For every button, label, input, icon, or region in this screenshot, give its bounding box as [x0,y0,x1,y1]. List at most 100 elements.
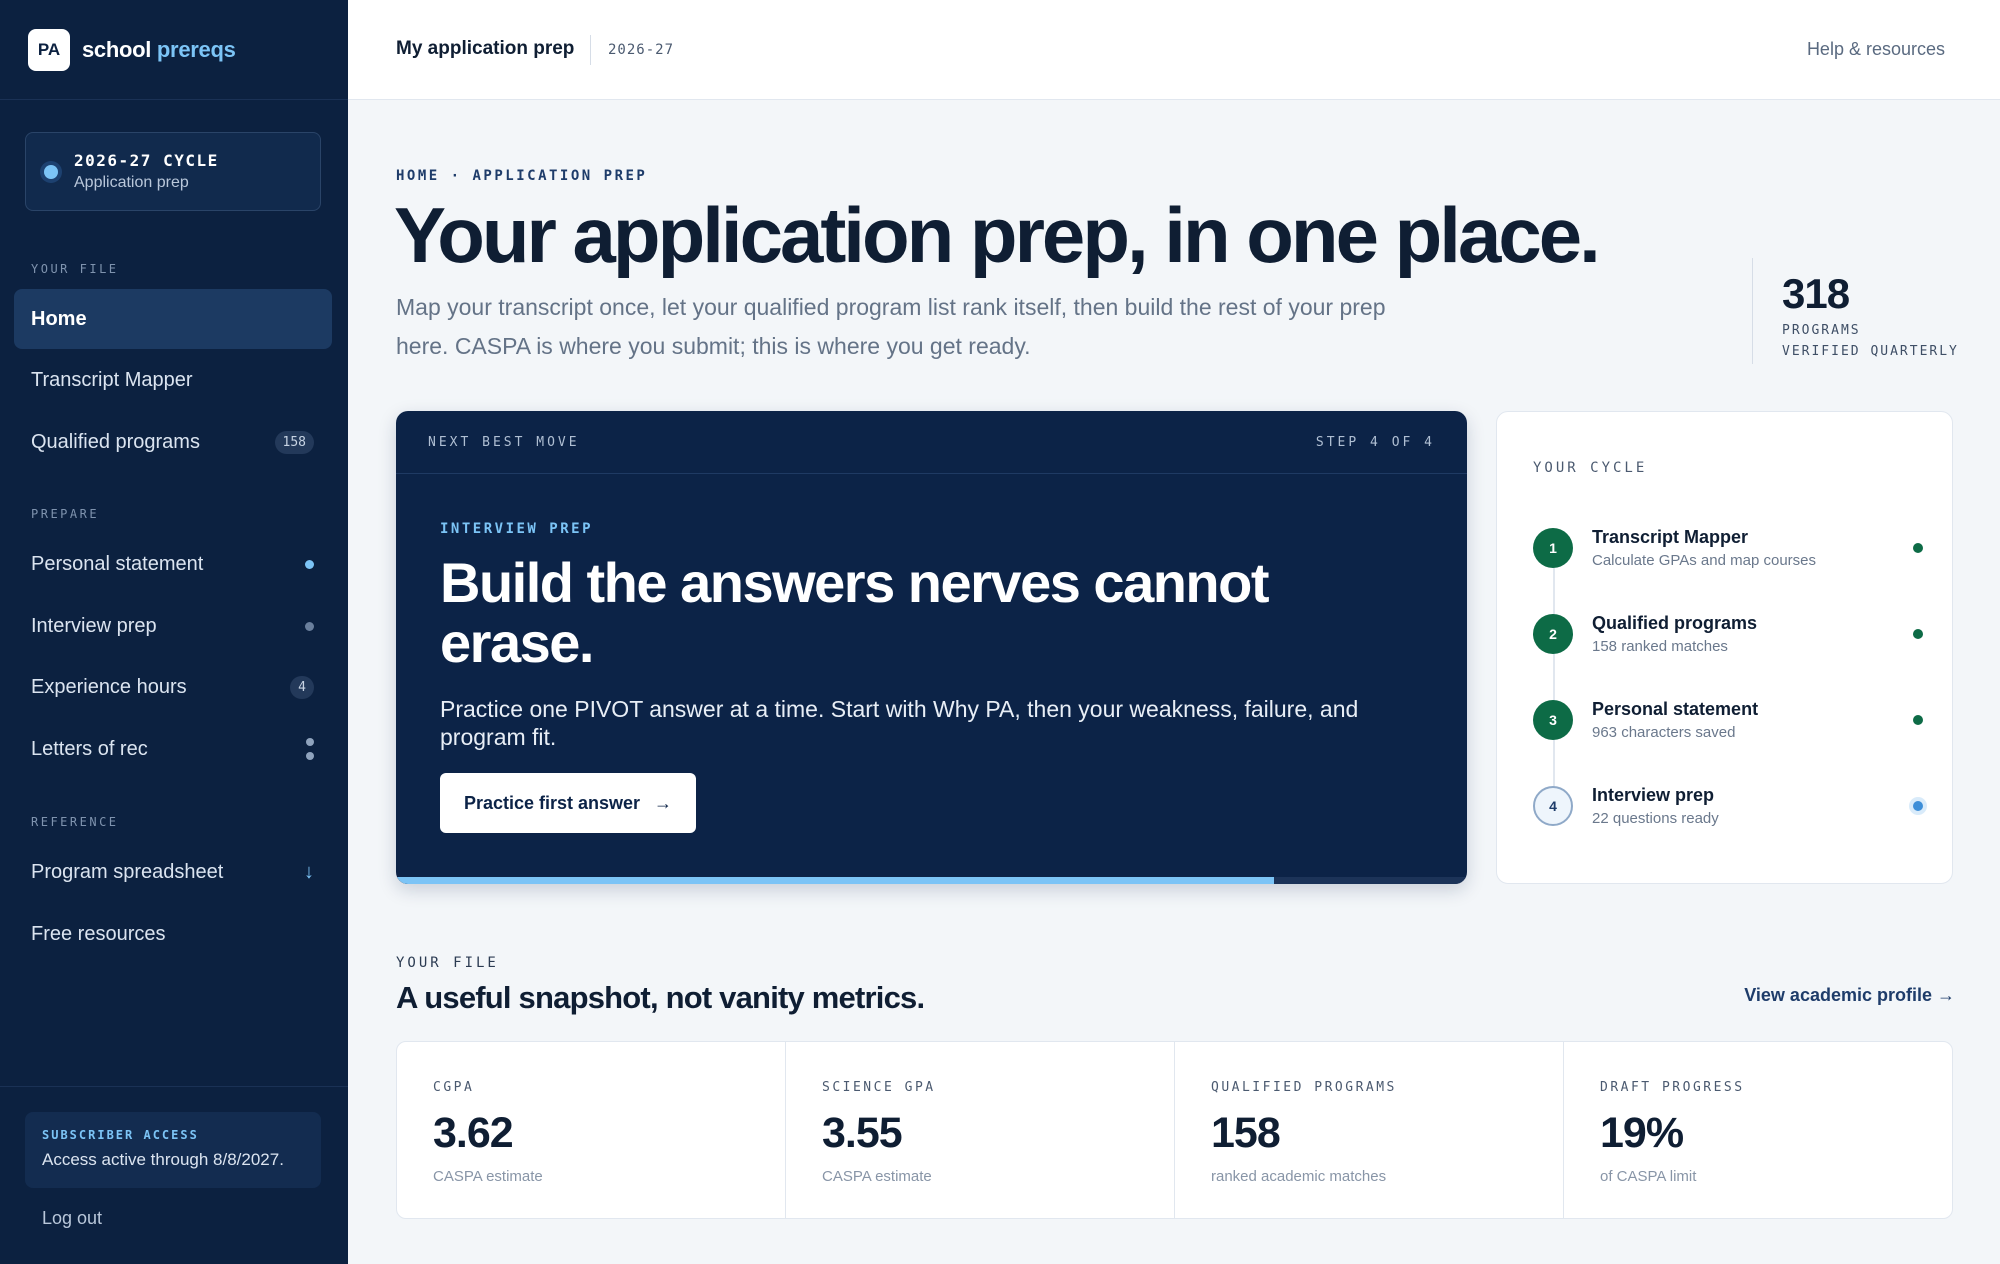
step-indicator: STEP 4 OF 4 [1315,434,1435,450]
cycle-label: 2026-27 [608,42,675,58]
sidebar-item-transcript-mapper[interactable]: Transcript Mapper [14,350,332,410]
step-subtitle: Calculate GPAs and map courses [1592,552,1816,569]
cycle-step-personal-statement[interactable]: 3 Personal statement 963 characters save… [1533,695,1923,745]
step-subtitle: 158 ranked matches [1592,638,1728,655]
metric-note: CASPA estimate [822,1168,932,1185]
view-academic-profile-link[interactable]: View academic profile → [1744,985,1955,1006]
step-subtitle: 22 questions ready [1592,810,1719,827]
next-move-description: Practice one PIVOT answer at a time. Sta… [440,696,1359,750]
sidebar-item-experience-hours[interactable]: Experience hours 4 [14,657,332,717]
sidebar-item-label: Transcript Mapper [31,368,193,391]
sidebar-item-label: Letters of rec [31,737,148,760]
download-arrow-icon: ↓ [304,860,314,883]
cycle-subtitle: Application prep [74,174,189,191]
progress-bar-fill [396,877,1275,884]
brand-name-accent: prereqs [156,36,236,62]
sidebar-item-qualified-programs[interactable]: Qualified programs 158 [14,412,332,472]
metric-draft-progress: DRAFT PROGRESS 19% of CASPA limit [1564,1042,1952,1218]
metric-cgpa: CGPA 3.62 CASPA estimate [397,1042,786,1218]
step-title: Interview prep [1592,785,1715,805]
sidebar-item-label: Program spreadsheet [31,860,224,883]
brand[interactable]: PA school prereqs [0,0,348,100]
step-number: 4 [1533,786,1573,826]
your-file-title: A useful snapshot, not vanity metrics. [396,980,925,1015]
programs-count: 318 [1782,270,1850,317]
brand-logo: PA [28,28,70,71]
progress-bar [396,877,1467,884]
metric-note: of CASPA limit [1600,1168,1697,1185]
divider [1752,258,1753,364]
next-move-kicker: INTERVIEW PREP [440,521,594,537]
current-status-icon [1913,801,1923,811]
topbar: My application prep 2026-27 Help & resou… [348,0,2000,100]
programs-count-label: PROGRAMS VERIFIED QUARTERLY [1782,320,1959,362]
sidebar-item-personal-statement[interactable]: Personal statement [14,534,332,594]
cycle-step-transcript-mapper[interactable]: 1 Transcript Mapper Calculate GPAs and m… [1533,523,1923,573]
button-label: Practice first answer [463,792,641,813]
subscriber-access-card: SUBSCRIBER ACCESS Access active through … [25,1112,321,1188]
count-badge: 4 [290,675,314,699]
access-title: SUBSCRIBER ACCESS [42,1128,199,1142]
metric-label: QUALIFIED PROGRAMS [1211,1080,1397,1095]
metric-value: 19% [1600,1109,1684,1157]
step-connector-line [1553,542,1555,802]
your-file-label: YOUR FILE [396,955,499,971]
divider [590,35,591,65]
metric-science-gpa: SCIENCE GPA 3.55 CASPA estimate [786,1042,1175,1218]
step-title: Transcript Mapper [1592,527,1749,547]
sidebar-item-label: Personal statement [31,552,204,575]
sidebar-item-label: Home [31,307,87,330]
metric-qualified-programs: QUALIFIED PROGRAMS 158 ranked academic m… [1175,1042,1564,1218]
metric-label: SCIENCE GPA [822,1080,936,1095]
hero-subtitle: Map your transcript once, let your quali… [396,294,1386,359]
sidebar-item-letters-of-rec[interactable]: Letters of rec [14,719,332,779]
cycle-step-interview-prep[interactable]: 4 Interview prep 22 questions ready [1533,781,1923,831]
section-label-prepare: PREPARE [31,507,100,521]
cycle-selector[interactable]: 2026-27 CYCLE Application prep [25,132,321,211]
arrow-right-icon: → [654,792,673,813]
sidebar-item-program-spreadsheet[interactable]: Program spreadsheet ↓ [14,842,332,902]
status-dot-icon [305,621,314,631]
section-label-reference: REFERENCE [31,815,119,829]
metric-value: 3.62 [433,1109,514,1157]
next-move-title: Build the answers nerves cannot erase. [440,551,1269,674]
brand-name-main: school [82,36,152,62]
logout-link[interactable]: Log out [42,1208,102,1229]
your-cycle-panel: YOUR CYCLE 1 Transcript Mapper Calculate… [1496,411,1953,884]
complete-status-icon [1913,543,1923,553]
complete-status-icon [1913,629,1923,639]
metric-value: 3.55 [822,1109,903,1157]
count-badge: 158 [274,430,314,454]
metric-label: DRAFT PROGRESS [1600,1080,1745,1095]
practice-first-answer-button[interactable]: Practice first answer → [440,773,696,833]
brand-name: school prereqs [82,37,236,63]
sidebar-item-free-resources[interactable]: Free resources [14,904,332,964]
sidebar-item-label: Experience hours [31,675,187,698]
cycle-title: 2026-27 CYCLE [74,151,219,170]
step-title: Qualified programs [1592,613,1758,633]
step-number: 3 [1533,700,1573,740]
section-label-your-file: YOUR FILE [31,262,119,276]
step-number: 2 [1533,614,1573,654]
stat-label-line: VERIFIED QUARTERLY [1782,344,1959,359]
sidebar-item-interview-prep[interactable]: Interview prep [14,596,332,656]
metric-note: CASPA estimate [433,1168,543,1185]
access-text: Access active through 8/8/2027. [42,1150,284,1169]
cycle-step-qualified-programs[interactable]: 2 Qualified programs 158 ranked matches [1533,609,1923,659]
sidebar-item-home[interactable]: Home [14,289,332,349]
complete-status-icon [1913,715,1923,725]
next-best-move-card: NEXT BEST MOVE STEP 4 OF 4 INTERVIEW PRE… [396,411,1467,884]
step-subtitle: 963 characters saved [1592,724,1736,741]
metric-value: 158 [1211,1109,1281,1157]
stat-label-line: PROGRAMS [1782,323,1861,338]
metrics-panel: CGPA 3.62 CASPA estimate SCIENCE GPA 3.5… [396,1041,1953,1219]
metric-note: ranked academic matches [1211,1168,1387,1185]
sidebar-item-label: Interview prep [31,614,157,637]
help-resources-link[interactable]: Help & resources [1807,39,1945,60]
your-cycle-label: YOUR CYCLE [1533,460,1648,476]
next-best-move-header: NEXT BEST MOVE STEP 4 OF 4 [396,411,1467,474]
sidebar-item-label: Qualified programs [31,430,200,453]
page-title: My application prep [396,38,575,59]
next-best-move-label: NEXT BEST MOVE [428,434,580,450]
breadcrumb: HOME · APPLICATION PREP [396,168,648,184]
